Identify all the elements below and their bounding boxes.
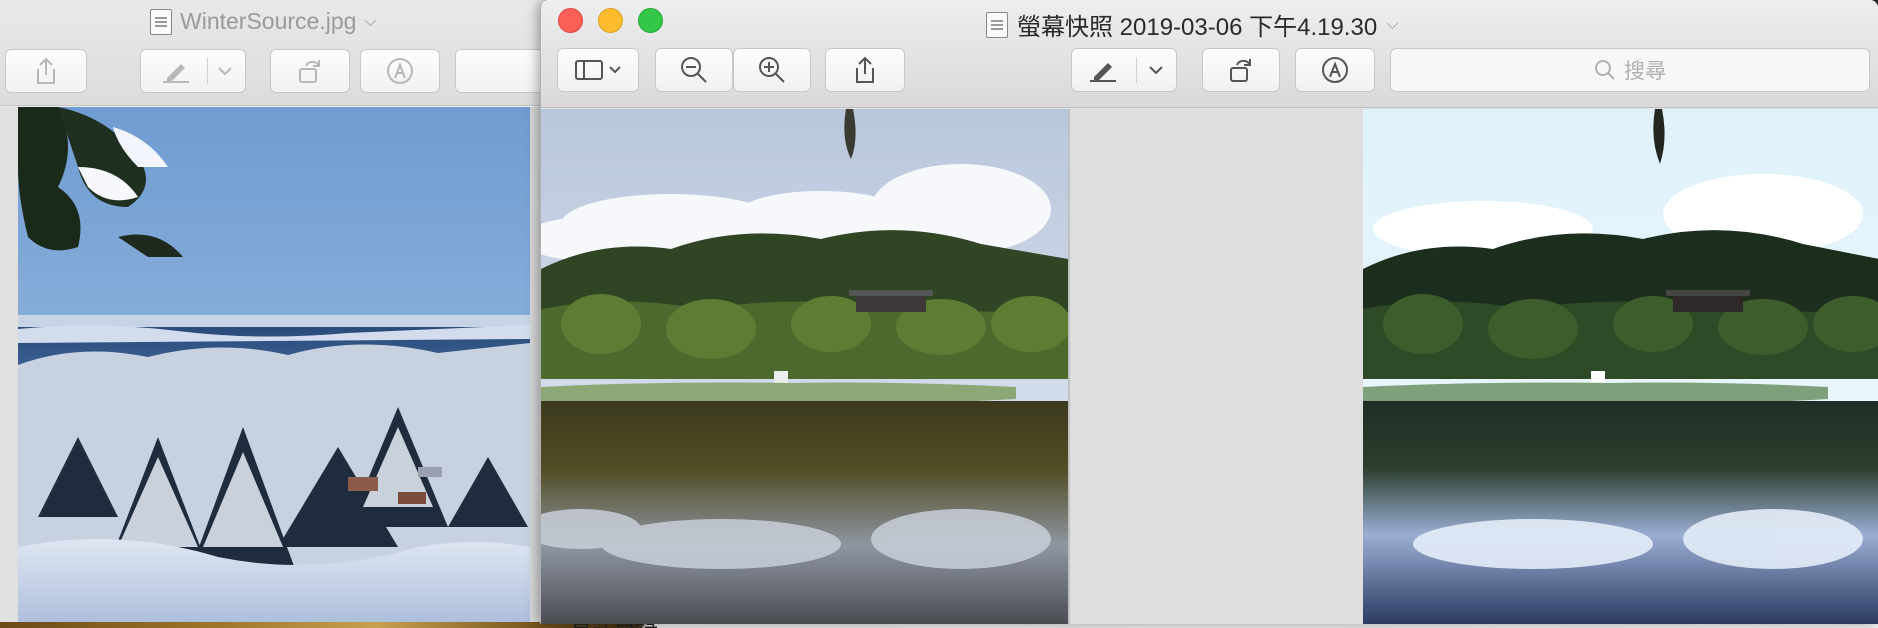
winter-source-image xyxy=(18,107,530,622)
back-share-button[interactable] xyxy=(5,49,87,93)
front-window-title[interactable]: 螢幕快照 2019-03-06 下午4.19.30 ⌵ xyxy=(986,7,1398,42)
split-separator xyxy=(1136,57,1137,83)
chevron-down-icon[interactable] xyxy=(217,66,233,76)
share-button[interactable] xyxy=(825,48,905,92)
rotate-icon xyxy=(299,60,320,83)
markup-button[interactable] xyxy=(1295,48,1375,92)
back-preview-window[interactable]: WinterSource.jpg ⌵ xyxy=(0,0,545,622)
back-highlight-button[interactable] xyxy=(140,49,246,93)
highlight-button[interactable] xyxy=(1071,48,1177,92)
split-separator xyxy=(207,58,208,84)
highlight-icon xyxy=(1090,63,1116,82)
sidebar-toggle-button[interactable] xyxy=(557,48,639,92)
search-icon xyxy=(1595,60,1615,80)
highlight-icon xyxy=(163,64,189,83)
back-window-margin xyxy=(0,107,18,622)
document-icon xyxy=(150,8,172,35)
chevron-down-icon[interactable] xyxy=(1148,65,1164,75)
desktop: 直式目錄 WinterSource.jpg ⌵ xyxy=(0,0,1878,628)
back-window-titlebar[interactable]: WinterSource.jpg ⌵ xyxy=(0,0,545,106)
back-window-title-text: WinterSource.jpg xyxy=(180,8,357,34)
rotate-button[interactable] xyxy=(1202,48,1280,92)
zoom-in-button[interactable] xyxy=(733,48,811,92)
maximize-button[interactable] xyxy=(638,8,663,33)
front-window-titlebar[interactable]: 螢幕快照 2019-03-06 下午4.19.30 ⌵ 搜尋 xyxy=(541,0,1878,108)
markup-icon xyxy=(387,58,413,84)
zoom-out-button[interactable] xyxy=(655,48,733,92)
chevron-down-icon[interactable]: ⌵ xyxy=(364,13,376,31)
front-preview-window[interactable]: 螢幕快照 2019-03-06 下午4.19.30 ⌵ 搜尋 xyxy=(540,0,1878,624)
preview-content xyxy=(541,109,1878,624)
minimize-button[interactable] xyxy=(598,8,623,33)
markup-icon xyxy=(1322,57,1348,83)
front-window-title-text: 螢幕快照 2019-03-06 下午4.19.30 xyxy=(1017,14,1378,41)
zoom-out-icon xyxy=(681,57,707,83)
back-markup-button[interactable] xyxy=(360,49,440,93)
lake-image-original xyxy=(541,109,1068,624)
share-icon xyxy=(856,56,874,83)
rotate-icon xyxy=(1230,59,1251,82)
back-rotate-button[interactable] xyxy=(270,49,350,93)
lake-image-adjusted xyxy=(1363,109,1878,624)
back-search-field[interactable] xyxy=(455,49,545,93)
document-icon xyxy=(986,11,1008,38)
share-icon xyxy=(37,57,55,84)
search-placeholder: 搜尋 xyxy=(1624,60,1666,83)
back-window-title[interactable]: WinterSource.jpg ⌵ xyxy=(150,8,377,35)
sidebar-icon xyxy=(575,60,621,80)
search-field[interactable]: 搜尋 xyxy=(1390,48,1870,92)
chevron-down-icon[interactable]: ⌵ xyxy=(1386,16,1398,34)
zoom-in-icon xyxy=(759,57,785,83)
close-button[interactable] xyxy=(558,8,583,33)
empty-canvas-area xyxy=(1068,109,1363,624)
